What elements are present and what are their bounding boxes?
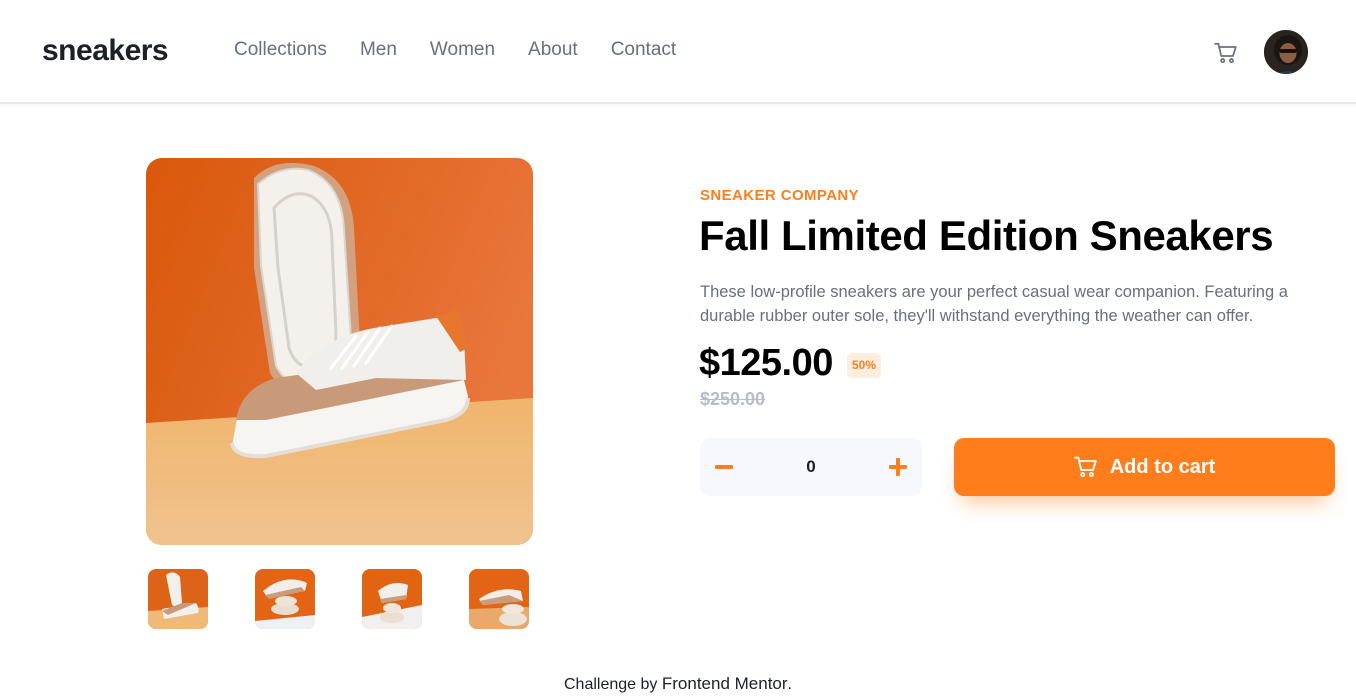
current-price: $125.00 bbox=[699, 342, 833, 384]
decrease-quantity-button[interactable] bbox=[700, 438, 748, 496]
site-header: sneakers Collections Men Women About Con… bbox=[0, 0, 1356, 104]
cart-icon bbox=[1073, 456, 1098, 478]
plus-icon bbox=[889, 458, 907, 476]
add-to-cart-label: Add to cart bbox=[1109, 455, 1216, 478]
quantity-value: 0 bbox=[806, 457, 816, 476]
logo[interactable]: sneakers bbox=[42, 34, 169, 68]
frontend-mentor-link[interactable]: Frontend Mentor bbox=[662, 674, 788, 693]
sneaker-photo bbox=[146, 158, 533, 545]
increase-quantity-button[interactable] bbox=[874, 438, 922, 496]
attribution-suffix: . bbox=[787, 676, 792, 693]
thumbnail-list bbox=[148, 569, 576, 629]
original-price: $250.00 bbox=[700, 389, 766, 409]
quantity-stepper: 0 bbox=[700, 438, 922, 496]
nav-link-men[interactable]: Men bbox=[360, 38, 397, 62]
discount-badge: 50% bbox=[847, 353, 882, 378]
thumbnail-4[interactable] bbox=[469, 569, 529, 629]
nav-link-contact[interactable]: Contact bbox=[611, 38, 676, 62]
add-to-cart-button[interactable]: Add to cart bbox=[954, 438, 1335, 496]
thumbnail-image bbox=[469, 569, 529, 629]
avatar-image bbox=[1264, 30, 1308, 74]
thumbnail-1[interactable] bbox=[148, 569, 208, 629]
main-nav: Collections Men Women About Contact bbox=[234, 38, 709, 62]
thumbnail-image bbox=[362, 569, 422, 629]
product-main-image[interactable] bbox=[146, 158, 533, 545]
product-description: These low-profile sneakers are your perf… bbox=[700, 283, 1288, 325]
thumbnail-image bbox=[255, 569, 315, 629]
user-avatar[interactable] bbox=[1262, 28, 1310, 76]
nav-link-about[interactable]: About bbox=[528, 38, 578, 62]
attribution-prefix: Challenge by bbox=[564, 676, 658, 693]
minus-icon bbox=[715, 465, 733, 469]
thumbnail-image bbox=[148, 569, 208, 629]
cart-icon bbox=[1214, 42, 1237, 64]
attribution-footer: Challenge by Frontend Mentor. bbox=[0, 674, 1356, 694]
header-cart-button[interactable] bbox=[1213, 40, 1239, 66]
thumbnail-3[interactable] bbox=[362, 569, 422, 629]
nav-link-women[interactable]: Women bbox=[430, 38, 495, 62]
nav-link-collections[interactable]: Collections bbox=[234, 38, 327, 62]
product-title: Fall Limited Edition Sneakers bbox=[699, 212, 1274, 259]
company-label: SNEAKER COMPANY bbox=[700, 187, 860, 204]
thumbnail-2[interactable] bbox=[255, 569, 315, 629]
